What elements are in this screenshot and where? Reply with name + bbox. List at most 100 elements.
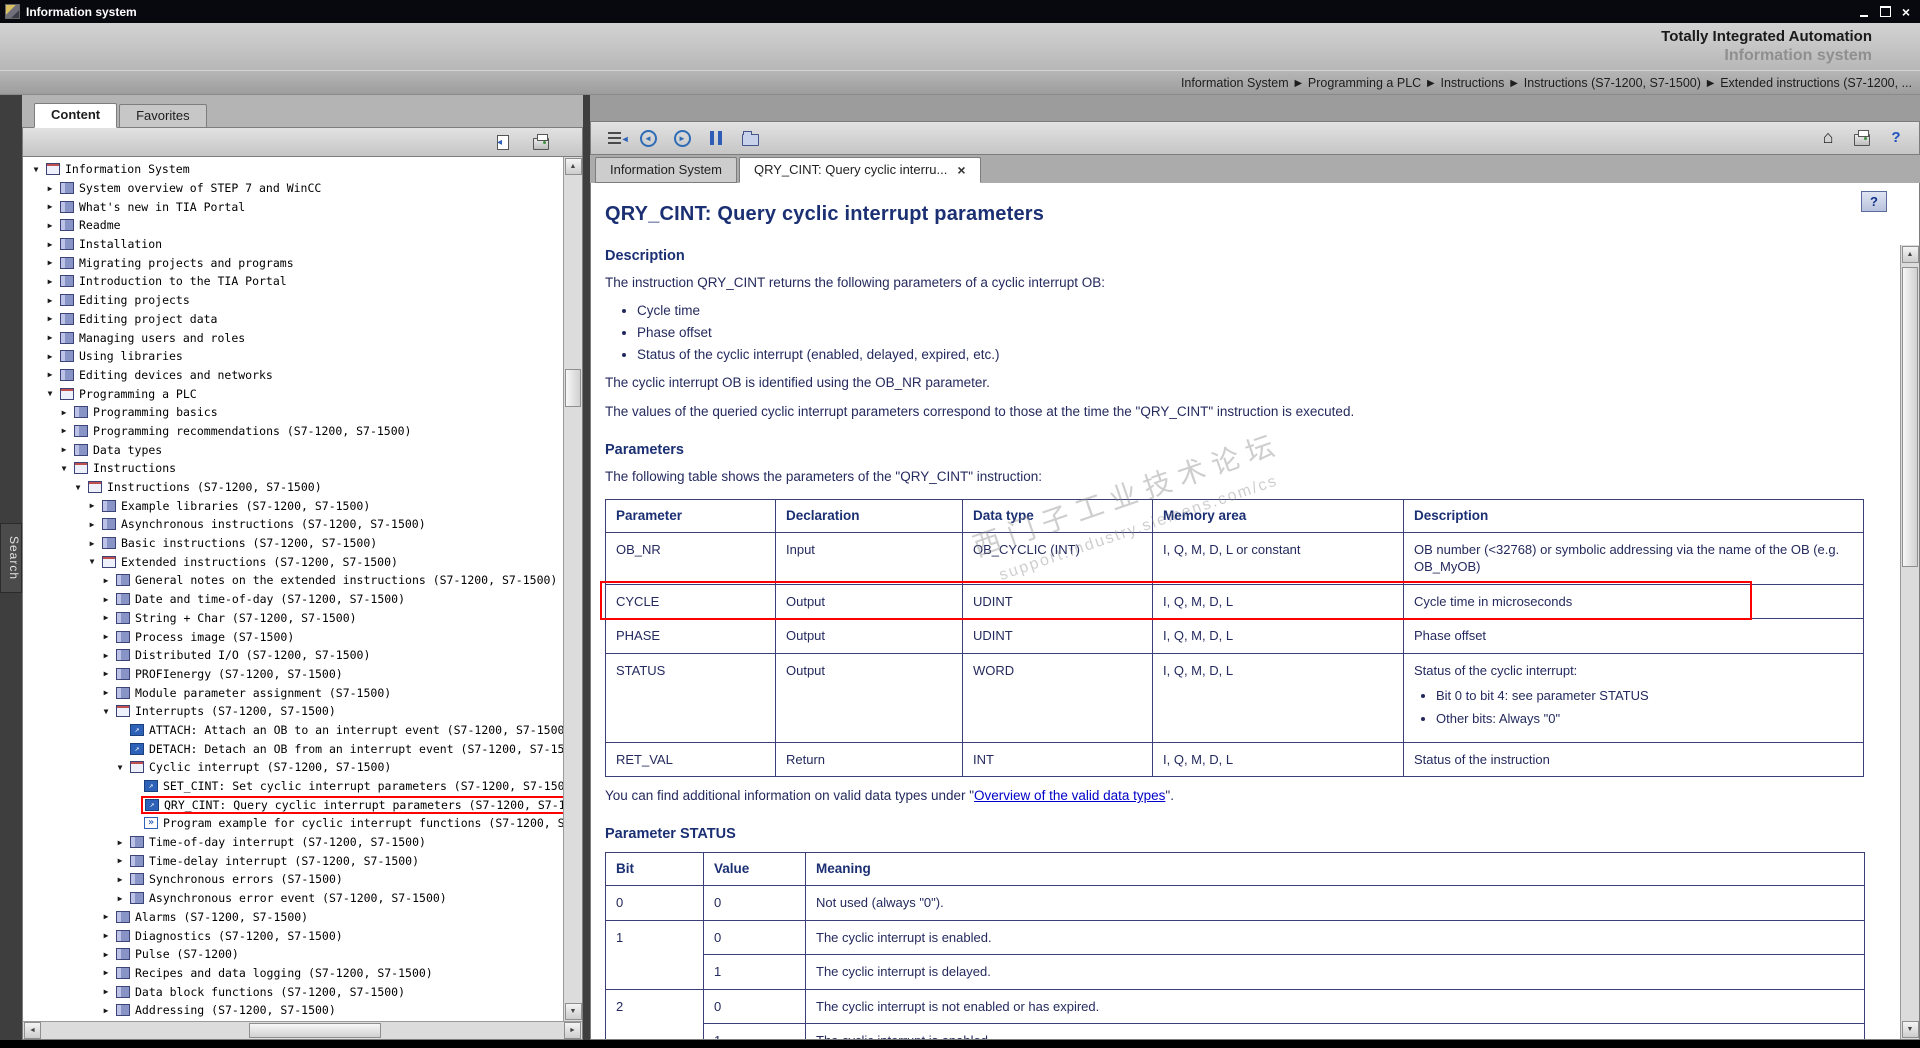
help-book-icon[interactable] [1861, 191, 1887, 212]
tree-item[interactable]: Program example for cyclic interrupt fun… [23, 814, 563, 833]
tree-item-body[interactable]: DETACH: Detach an OB from an interrupt e… [127, 742, 563, 756]
tree-item[interactable]: Installation [23, 235, 563, 254]
scroll-right-icon[interactable] [564, 1022, 581, 1039]
tree-item-body[interactable]: Pulse (S7-1200) [113, 947, 242, 961]
chevron-right-icon[interactable] [113, 875, 127, 884]
chevron-down-icon[interactable] [29, 165, 43, 174]
tree-item-body[interactable]: Asynchronous instructions (S7-1200, S7-1… [99, 517, 429, 531]
tree-item[interactable]: Instructions [23, 459, 563, 478]
scroll-thumb[interactable] [565, 369, 581, 407]
tab-favorites[interactable]: Favorites [119, 104, 207, 128]
chevron-right-icon[interactable] [43, 296, 57, 305]
chevron-right-icon[interactable] [113, 856, 127, 865]
tree-item[interactable]: Time-delay interrupt (S7-1200, S7-1500) [23, 851, 563, 870]
chevron-right-icon[interactable] [85, 539, 99, 548]
tree-item[interactable]: Editing project data [23, 310, 563, 329]
maximize-button[interactable] [1876, 4, 1894, 20]
tree-horizontal-scrollbar[interactable] [22, 1021, 583, 1040]
tree-item[interactable]: Asynchronous instructions (S7-1200, S7-1… [23, 515, 563, 534]
tree-item[interactable]: Distributed I/O (S7-1200, S7-1500) [23, 646, 563, 665]
chevron-right-icon[interactable] [99, 688, 113, 697]
tree-item-body[interactable]: Instructions [71, 461, 179, 475]
chevron-right-icon[interactable] [99, 968, 113, 977]
tree-item[interactable]: Cyclic interrupt (S7-1200, S7-1500) [23, 758, 563, 777]
tree-item[interactable]: Addressing (S7-1200, S7-1500) [23, 1001, 563, 1020]
show-in-contents-icon[interactable] [603, 127, 629, 149]
chevron-right-icon[interactable] [99, 669, 113, 678]
tree-item-body[interactable]: Readme [57, 218, 124, 232]
tree-item[interactable]: Using libraries [23, 347, 563, 366]
chevron-right-icon[interactable] [99, 632, 113, 641]
tree-item-body[interactable]: Programming basics [71, 405, 221, 419]
home-icon[interactable] [1817, 127, 1839, 149]
tree-item[interactable]: PROFIenergy (S7-1200, S7-1500) [23, 665, 563, 684]
tree-item-body[interactable]: Program example for cyclic interrupt fun… [141, 816, 563, 830]
tree-item-body[interactable]: Extended instructions (S7-1200, S7-1500) [99, 555, 401, 569]
chevron-right-icon[interactable] [85, 520, 99, 529]
close-tab-icon[interactable] [957, 163, 965, 177]
chevron-right-icon[interactable] [57, 408, 71, 417]
chevron-right-icon[interactable] [43, 352, 57, 361]
chevron-down-icon[interactable] [85, 557, 99, 566]
tree-item-body[interactable]: Basic instructions (S7-1200, S7-1500) [99, 536, 380, 550]
tree-item-body[interactable]: Time-delay interrupt (S7-1200, S7-1500) [127, 854, 422, 868]
back-icon[interactable] [637, 127, 659, 149]
tree-item-body[interactable]: String + Char (S7-1200, S7-1500) [113, 611, 360, 625]
chevron-right-icon[interactable] [99, 576, 113, 585]
tree-item[interactable]: Instructions (S7-1200, S7-1500) [23, 478, 563, 497]
tree-item[interactable]: Editing devices and networks [23, 366, 563, 385]
scroll-left-icon[interactable] [24, 1022, 41, 1039]
chevron-right-icon[interactable] [99, 950, 113, 959]
tree-item[interactable]: Introduction to the TIA Portal [23, 272, 563, 291]
pause-icon[interactable] [705, 127, 727, 149]
chevron-right-icon[interactable] [43, 221, 57, 230]
tree-item[interactable]: ATTACH: Attach an OB to an interrupt eve… [23, 721, 563, 740]
tree-item[interactable]: Basic instructions (S7-1200, S7-1500) [23, 534, 563, 553]
tree-item[interactable]: Alarms (S7-1200, S7-1500) [23, 908, 563, 927]
chevron-right-icon[interactable] [43, 258, 57, 267]
chevron-right-icon[interactable] [99, 595, 113, 604]
content-vertical-scrollbar[interactable] [1900, 245, 1919, 1039]
locate-page-icon[interactable] [492, 131, 514, 153]
chevron-right-icon[interactable] [57, 426, 71, 435]
tree-item-body[interactable]: Distributed I/O (S7-1200, S7-1500) [113, 648, 373, 662]
chevron-right-icon[interactable] [43, 277, 57, 286]
open-folder-icon[interactable] [739, 127, 761, 149]
tree-item-body[interactable]: Migrating projects and programs [57, 256, 297, 270]
chevron-right-icon[interactable] [43, 333, 57, 342]
scroll-down-icon[interactable] [1901, 1021, 1919, 1038]
forward-icon[interactable] [671, 127, 693, 149]
tree-item[interactable]: Programming recommendations (S7-1200, S7… [23, 422, 563, 441]
tree-item[interactable]: Pulse (S7-1200) [23, 945, 563, 964]
tree-item[interactable]: Data types [23, 440, 563, 459]
chevron-down-icon[interactable] [71, 483, 85, 492]
tree-item[interactable]: Example libraries (S7-1200, S7-1500) [23, 496, 563, 515]
scroll-thumb[interactable] [1902, 267, 1918, 567]
tree-item-body[interactable]: Programming recommendations (S7-1200, S7… [71, 424, 415, 438]
tree-item-body[interactable]: Editing project data [57, 312, 220, 326]
tree-item-body[interactable]: Managing users and roles [57, 331, 248, 345]
tree-item[interactable]: Migrating projects and programs [23, 253, 563, 272]
tree-item[interactable]: System overview of STEP 7 and WinCC [23, 179, 563, 198]
tree-item[interactable]: Interrupts (S7-1200, S7-1500) [23, 702, 563, 721]
tree-item[interactable]: Information System [23, 160, 563, 179]
tree-item[interactable]: Date and time-of-day (S7-1200, S7-1500) [23, 590, 563, 609]
chevron-right-icon[interactable] [43, 314, 57, 323]
tree-item[interactable]: Module parameter assignment (S7-1500) [23, 683, 563, 702]
minimize-button[interactable] [1855, 4, 1873, 20]
chevron-right-icon[interactable] [113, 894, 127, 903]
tree-item[interactable]: DETACH: Detach an OB from an interrupt e… [23, 739, 563, 758]
tree-item[interactable]: General notes on the extended instructio… [23, 571, 563, 590]
chevron-right-icon[interactable] [99, 931, 113, 940]
tree-item[interactable]: Asynchronous error event (S7-1200, S7-15… [23, 889, 563, 908]
tree-item[interactable]: Data block functions (S7-1200, S7-1500) [23, 982, 563, 1001]
tree-item[interactable]: Programming a PLC [23, 384, 563, 403]
tree-item[interactable]: SET_CINT: Set cyclic interrupt parameter… [23, 777, 563, 796]
tree-item-body[interactable]: General notes on the extended instructio… [113, 573, 560, 587]
tree-item-body[interactable]: Interrupts (S7-1200, S7-1500) [113, 704, 339, 718]
breadcrumb[interactable]: Information System ► Programming a PLC ►… [1181, 76, 1912, 90]
tree-item-body[interactable]: Example libraries (S7-1200, S7-1500) [99, 499, 373, 513]
chevron-right-icon[interactable] [99, 987, 113, 996]
tree-item-body[interactable]: Asynchronous error event (S7-1200, S7-15… [127, 891, 450, 905]
tree-item-body[interactable]: Information System [43, 162, 193, 176]
